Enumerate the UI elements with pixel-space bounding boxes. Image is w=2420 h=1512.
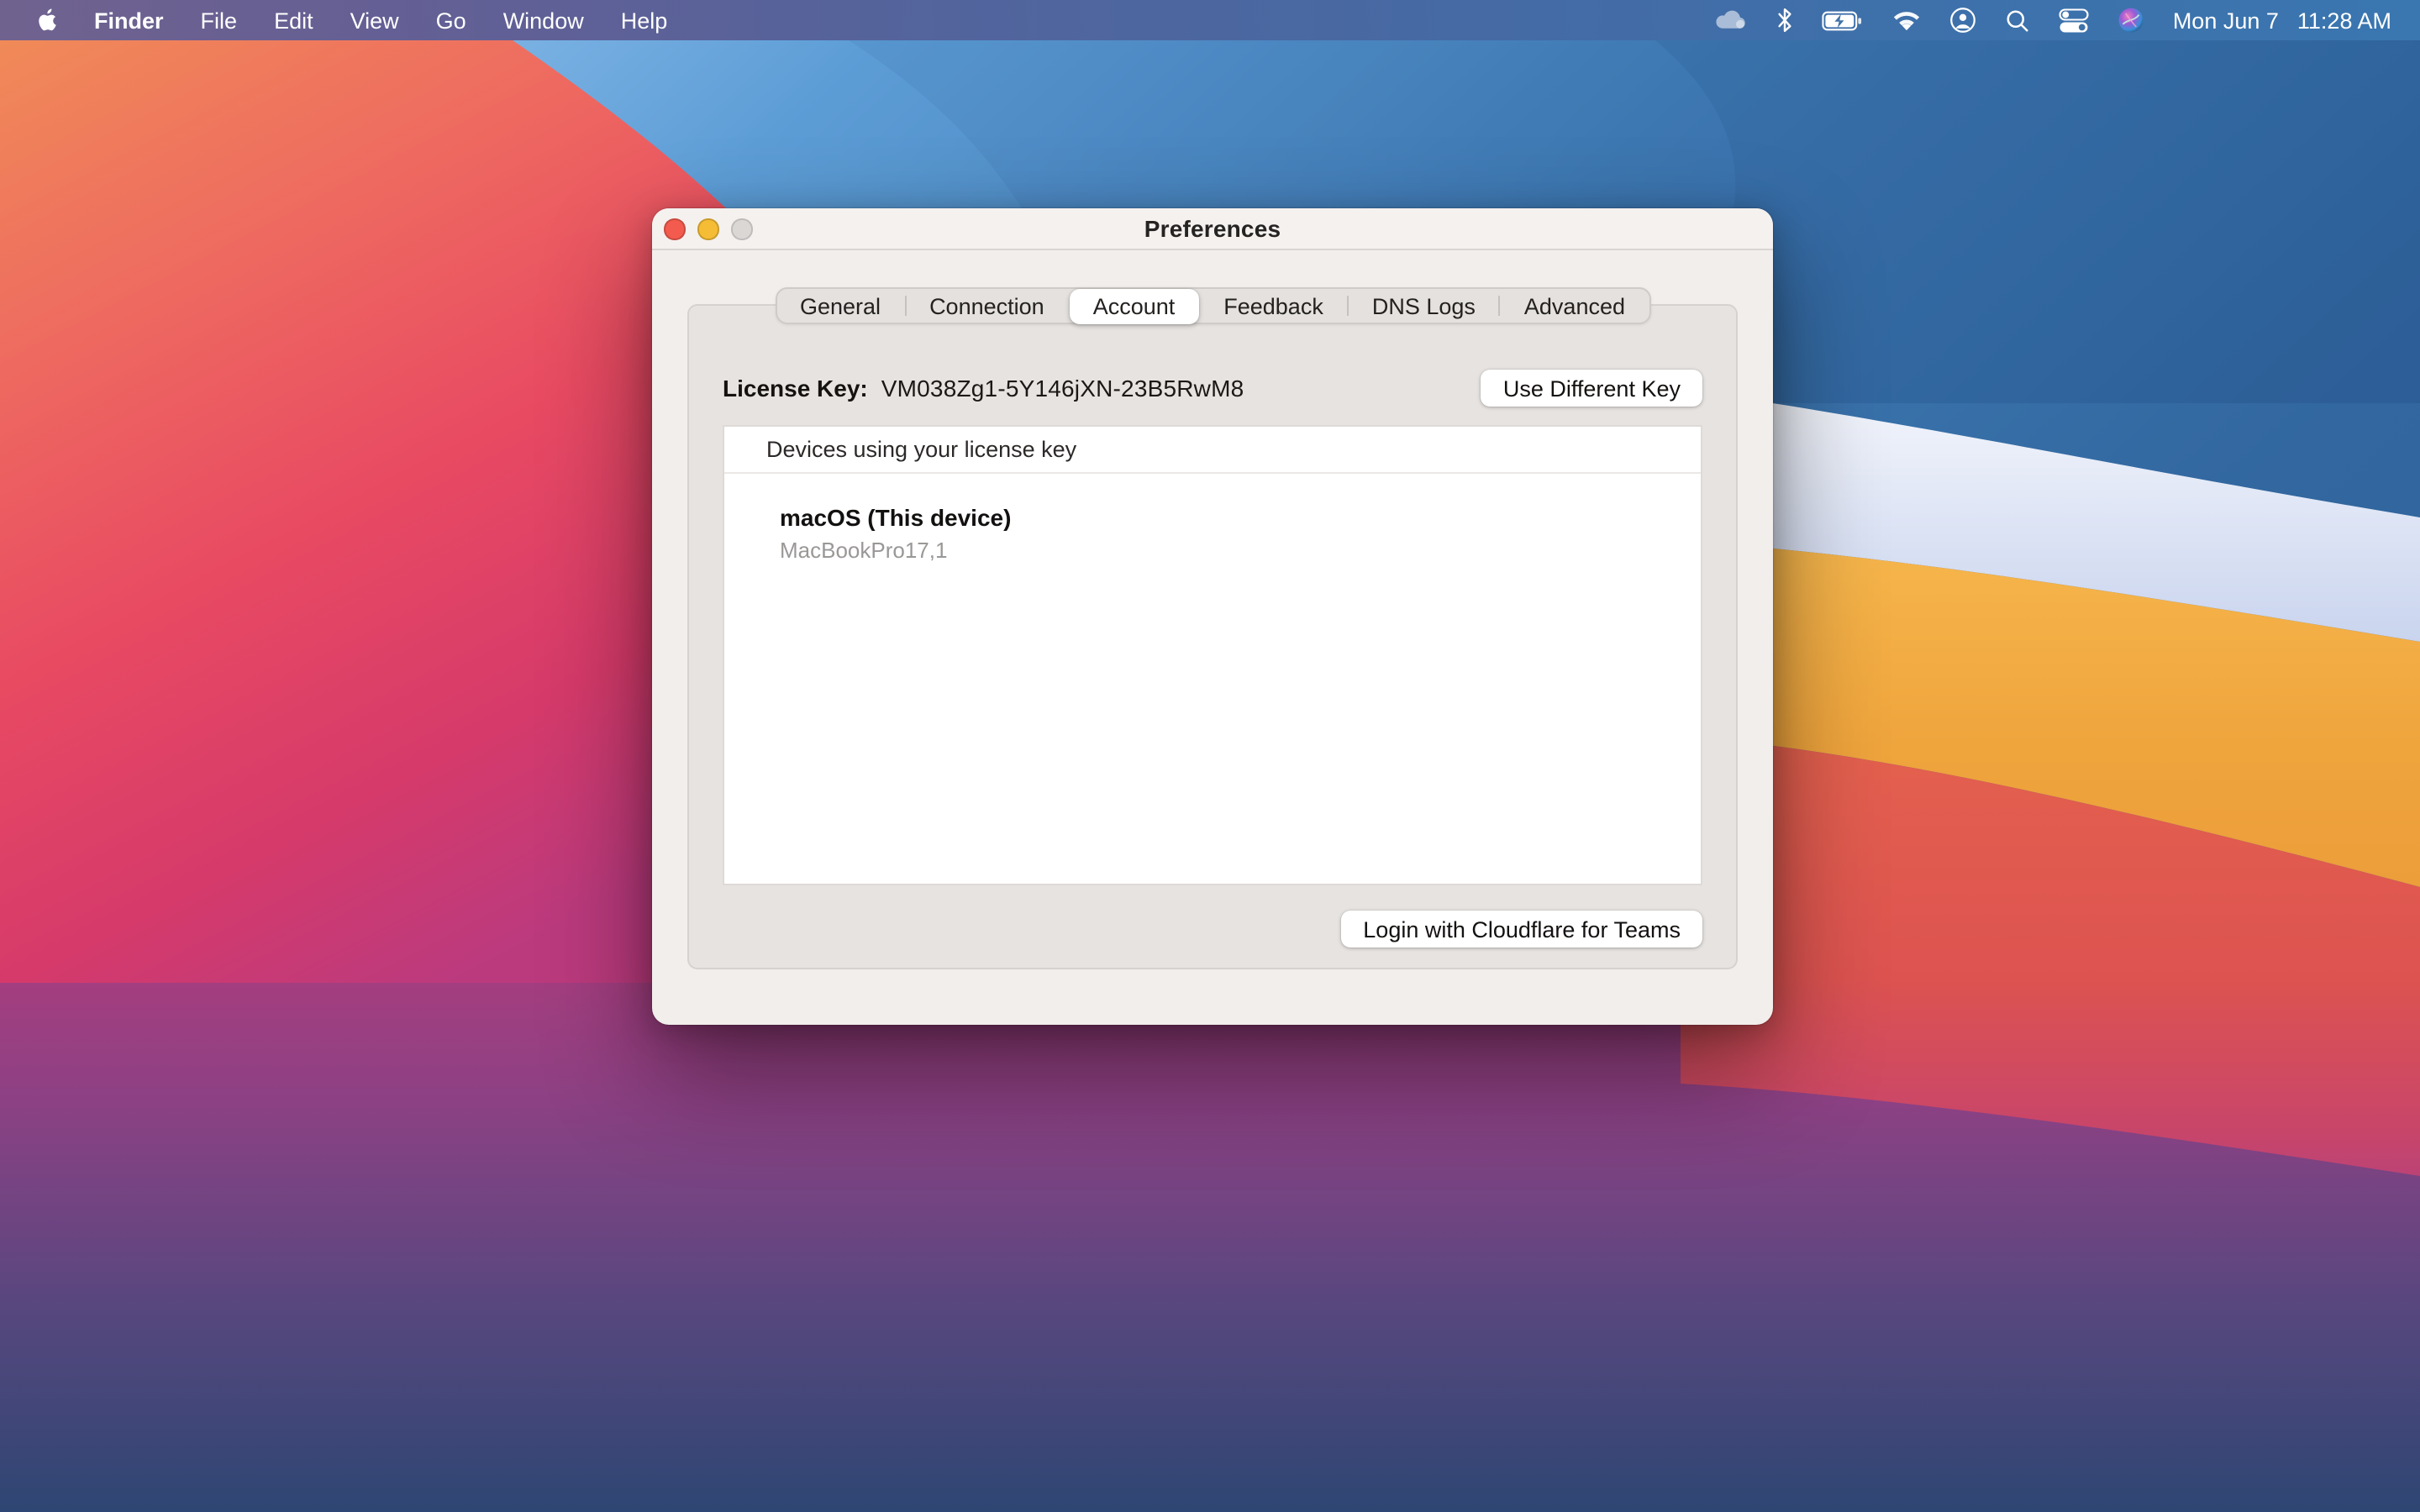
device-list-item[interactable]: macOS (This device) MacBookPro17,1: [724, 474, 1701, 563]
apple-menu[interactable]: [35, 7, 57, 34]
tab-bar: General Connection Account Feedback DNS …: [775, 287, 1650, 324]
menu-item-file[interactable]: File: [201, 8, 238, 33]
login-row: Login with Cloudflare for Teams: [1341, 911, 1702, 948]
tab-connection[interactable]: Connection: [906, 288, 1068, 323]
menu-item-go[interactable]: Go: [436, 8, 466, 33]
menu-bar-left: Finder File Edit View Go Window Help: [0, 7, 667, 34]
device-name: macOS (This device): [780, 504, 1701, 531]
login-cloudflare-teams-button[interactable]: Login with Cloudflare for Teams: [1341, 911, 1702, 948]
control-center-icon[interactable]: [2059, 0, 2089, 40]
menu-bar-clock[interactable]: Mon Jun 7 11:28 AM: [2173, 8, 2391, 33]
use-different-key-button[interactable]: Use Different Key: [1481, 370, 1702, 407]
desktop: Finder File Edit View Go Window Help: [0, 0, 2420, 1512]
preferences-window: Preferences General Connection Account F…: [652, 208, 1773, 1025]
menu-bar-status: Mon Jun 7 11:28 AM: [1712, 0, 2420, 40]
apple-logo-icon: [35, 7, 57, 34]
menu-bar: Finder File Edit View Go Window Help: [0, 0, 2420, 40]
tab-advanced[interactable]: Advanced: [1501, 288, 1649, 323]
traffic-lights: [664, 208, 752, 250]
tab-content-panel: General Connection Account Feedback DNS …: [687, 304, 1738, 969]
window-title: Preferences: [1144, 215, 1281, 242]
bluetooth-icon[interactable]: [1776, 0, 1793, 40]
devices-list: Devices using your license key macOS (Th…: [723, 425, 1702, 885]
license-key-value: VM038Zg1-5Y146jXN-23B5RwM8: [881, 375, 1244, 402]
device-model: MacBookPro17,1: [780, 538, 1701, 563]
wifi-icon[interactable]: [1892, 0, 1921, 40]
menu-item-edit[interactable]: Edit: [274, 8, 313, 33]
zoom-button-disabled[interactable]: [731, 219, 752, 240]
tab-account[interactable]: Account: [1070, 288, 1199, 323]
tab-feedback[interactable]: Feedback: [1200, 288, 1347, 323]
tab-general[interactable]: General: [776, 288, 904, 323]
menu-bar-time: 11:28 AM: [2297, 8, 2391, 33]
siri-icon[interactable]: [2118, 0, 2144, 40]
menu-item-finder[interactable]: Finder: [94, 8, 164, 33]
window-titlebar[interactable]: Preferences: [652, 208, 1773, 250]
spotlight-icon[interactable]: [2005, 0, 2030, 40]
menu-item-view[interactable]: View: [350, 8, 399, 33]
minimize-button[interactable]: [697, 219, 718, 240]
close-button[interactable]: [664, 219, 685, 240]
menu-item-window[interactable]: Window: [503, 8, 584, 33]
license-key-label: License Key:: [723, 375, 868, 402]
devices-list-header: Devices using your license key: [724, 427, 1701, 474]
user-switching-icon[interactable]: [1949, 0, 1976, 40]
menu-item-help[interactable]: Help: [621, 8, 668, 33]
menu-bar-date: Mon Jun 7: [2173, 8, 2279, 33]
cloudflare-icon[interactable]: [1712, 0, 1748, 40]
license-key-row: License Key: VM038Zg1-5Y146jXN-23B5RwM8 …: [723, 370, 1702, 407]
battery-charging-icon[interactable]: [1822, 0, 1864, 40]
tab-dns-logs[interactable]: DNS Logs: [1349, 288, 1499, 323]
